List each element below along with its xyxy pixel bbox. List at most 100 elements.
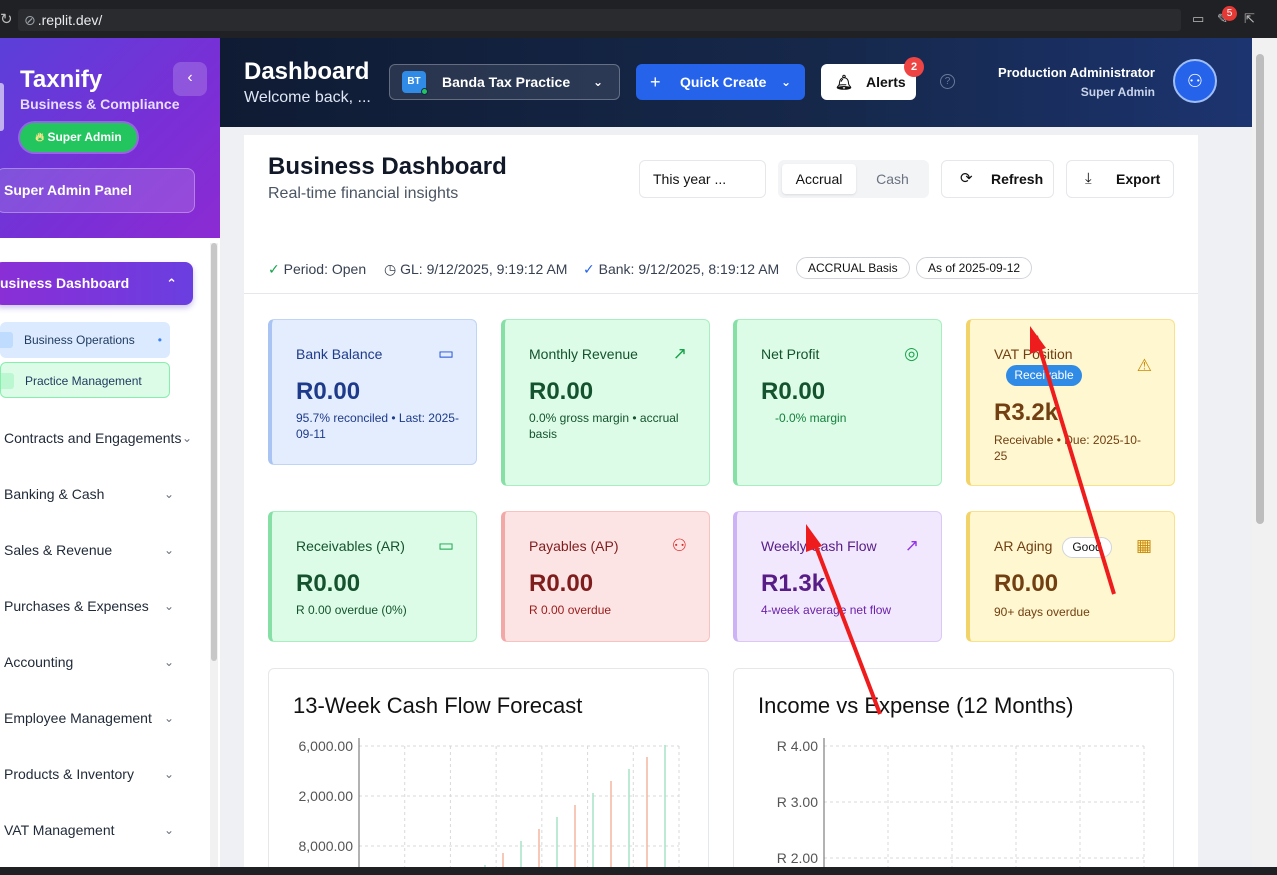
- sidebar-subitem-business-operations[interactable]: Business Operations •: [0, 322, 170, 358]
- target-icon: ◎: [904, 344, 919, 363]
- kpi-card-vat-position[interactable]: VAT Position Receivable ⚠ R3.2k Receivab…: [966, 319, 1175, 486]
- cast-icon[interactable]: ▭: [1192, 11, 1204, 27]
- kpi-title: Payables (AP): [529, 538, 619, 554]
- alerts-count-badge: 2: [904, 57, 924, 77]
- chevron-left-icon: ‹: [187, 69, 193, 86]
- help-icon[interactable]: ?: [940, 74, 955, 89]
- y-tick-label: R 4.00: [777, 738, 818, 754]
- kpi-card-ar-aging[interactable]: AR Aging Good ▦ R0.00 90+ days overdue: [966, 511, 1175, 642]
- sidebar-item-label: Sales & Revenue: [4, 542, 113, 558]
- kpi-value: R0.00: [529, 570, 594, 597]
- sidebar-item-accounting[interactable]: Accounting ⌄: [4, 650, 184, 674]
- sidebar-item-contracts[interactable]: Contracts and Engagements ⌄: [4, 426, 192, 450]
- export-button[interactable]: ⤓ Export: [1066, 160, 1174, 198]
- chevron-down-icon: ⌄: [163, 711, 174, 725]
- kpi-value: R0.00: [296, 570, 361, 597]
- quick-create-button[interactable]: + Quick Create ⌄: [636, 64, 805, 100]
- kpi-value: R1.3k: [761, 570, 826, 597]
- subitem-label: Business Operations: [24, 333, 135, 347]
- practice-selector[interactable]: BT Banda Tax Practice ⌄: [389, 64, 620, 100]
- sidebar-scroll-thumb[interactable]: [211, 243, 217, 661]
- practice-avatar: BT: [402, 71, 428, 95]
- sidebar-item-banking[interactable]: Banking & Cash ⌄: [4, 482, 184, 506]
- user-icon: ⚇: [1186, 71, 1204, 91]
- kpi-card-receivables[interactable]: Receivables (AR) ▭ R0.00 R 0.00 overdue …: [268, 511, 477, 642]
- plus-icon: +: [650, 72, 661, 92]
- basis-accrual-option[interactable]: Accrual: [782, 164, 856, 194]
- download-icon: ⤓: [1085, 170, 1092, 187]
- subitem-marker: [0, 332, 13, 348]
- subitem-marker: [1, 373, 14, 389]
- dashboard-panel: Business Dashboard Real-time financial i…: [244, 135, 1198, 867]
- bank-status-text: Bank: 9/12/2025, 8:19:12 AM: [598, 261, 780, 277]
- gl-status-text: GL: 9/12/2025, 9:19:12 AM: [400, 261, 568, 277]
- sidebar-item-products[interactable]: Products & Inventory ⌄: [4, 762, 184, 786]
- y-tick-label: R 2.00: [777, 850, 818, 866]
- chevron-down-icon: ⌄: [780, 75, 791, 89]
- alerts-button[interactable]: 🔔︎ Alerts 2: [821, 57, 924, 100]
- chevron-up-icon: ⌃: [166, 276, 177, 291]
- kpi-card-payables[interactable]: Payables (AP) ⚇ R0.00 R 0.00 overdue: [501, 511, 710, 642]
- page-scroll-thumb[interactable]: [1256, 54, 1264, 524]
- refresh-icon: ⟳: [960, 170, 973, 187]
- users-icon: ⚇: [671, 536, 687, 555]
- y-tick-label: 8,000.00: [299, 838, 354, 854]
- period-select[interactable]: This year ...: [639, 160, 766, 198]
- kpi-title: Net Profit: [761, 346, 820, 362]
- kpi-card-monthly-revenue[interactable]: Monthly Revenue ↗ R0.00 0.0% gross margi…: [501, 319, 710, 486]
- kpi-subtext: Receivable • Due: 2025-10-25: [994, 433, 1141, 463]
- sidebar-item-business-dashboard[interactable]: usiness Dashboard ⌃: [0, 262, 193, 305]
- app-viewport: Taxnify Business & Compliance ‹ 🔥︎ Super…: [0, 38, 1252, 867]
- basis-cash-option[interactable]: Cash: [860, 164, 925, 194]
- cash-flow-forecast-chart: 13-Week Cash Flow Forecast 6,000.00 2,000…: [268, 668, 709, 867]
- kpi-card-bank-balance[interactable]: Bank Balance ▭ R0.00 95.7% reconciled • …: [268, 319, 477, 465]
- welcome-text: Welcome back, ...: [244, 89, 371, 106]
- super-admin-panel-button[interactable]: Super Admin Panel: [0, 168, 195, 213]
- sidebar-item-purchases[interactable]: Purchases & Expenses ⌄: [4, 594, 184, 618]
- kpi-card-net-profit[interactable]: Net Profit ◎ R0.00 -0.0% margin: [733, 319, 942, 486]
- refresh-label: Refresh: [991, 171, 1044, 187]
- kpi-title: VAT Position: [994, 346, 1073, 362]
- address-bar[interactable]: ⊘ .replit.dev/: [18, 9, 1181, 31]
- super-admin-label: Super Admin: [47, 130, 122, 144]
- sidebar-header: Taxnify Business & Compliance ‹ 🔥︎ Super…: [0, 38, 220, 238]
- practice-initials: BT: [407, 76, 421, 87]
- sidebar-item-vat[interactable]: VAT Management ⌄: [4, 818, 184, 842]
- site-info-icon[interactable]: ⊘: [24, 12, 36, 28]
- browser-toolbar: ↻ ⊘ .replit.dev/ ▭ ✎ 5 ⇱: [0, 0, 1277, 38]
- reload-icon[interactable]: ↻: [0, 10, 13, 28]
- sidebar-item-sales[interactable]: Sales & Revenue ⌄: [4, 538, 184, 562]
- kpi-title: Receivables (AR): [296, 538, 405, 554]
- page-scrollbar[interactable]: [1252, 38, 1277, 867]
- online-indicator: [421, 88, 428, 95]
- sidebar-item-label: Accounting: [4, 654, 74, 670]
- income-expense-chart: Income vs Expense (12 Months) R 4.00 R 3.…: [733, 668, 1174, 867]
- refresh-button[interactable]: ⟳ Refresh: [941, 160, 1054, 198]
- cash-icon: ▭: [437, 344, 454, 363]
- sidebar-item-label: Products & Inventory: [4, 766, 134, 782]
- open-external-icon[interactable]: ⇱: [1244, 11, 1255, 27]
- practice-name: Banda Tax Practice: [442, 74, 571, 90]
- export-label: Export: [1116, 171, 1161, 187]
- kpi-subtext: 90+ days overdue: [994, 605, 1090, 619]
- chevron-down-icon: ⌄: [163, 543, 174, 557]
- brand-name: Taxnify: [20, 66, 103, 93]
- sidebar-scrollbar[interactable]: [210, 243, 218, 867]
- super-admin-badge: 🔥︎ Super Admin: [20, 123, 137, 152]
- chevron-down-icon: ⌄: [163, 487, 174, 501]
- collapse-sidebar-button[interactable]: ‹: [173, 62, 207, 96]
- as-of-tag: As of 2025-09-12: [916, 257, 1033, 279]
- gl-status: ◷ GL: 9/12/2025, 9:19:12 AM: [384, 259, 567, 279]
- user-avatar[interactable]: ⚇: [1173, 59, 1217, 103]
- chevron-down-icon: ⌄: [163, 823, 174, 837]
- basis-toggle: Accrual Cash: [778, 160, 929, 198]
- sidebar-item-employees[interactable]: Employee Management ⌄: [4, 706, 184, 730]
- sidebar-subitem-practice-management[interactable]: Practice Management: [0, 362, 170, 398]
- kpi-card-weekly-cash-flow[interactable]: Weekly Cash Flow ↗ R1.3k 4-week average …: [733, 511, 942, 642]
- period-status: ✓ Period: Open: [268, 259, 366, 279]
- kpi-subtext: -0.0% margin: [775, 411, 847, 425]
- basis-tag: ACCRUAL Basis: [796, 257, 910, 279]
- chevron-down-icon: ⌄: [181, 431, 192, 445]
- url-text: .replit.dev/: [37, 12, 103, 28]
- trending-up-icon: ↗: [672, 344, 687, 363]
